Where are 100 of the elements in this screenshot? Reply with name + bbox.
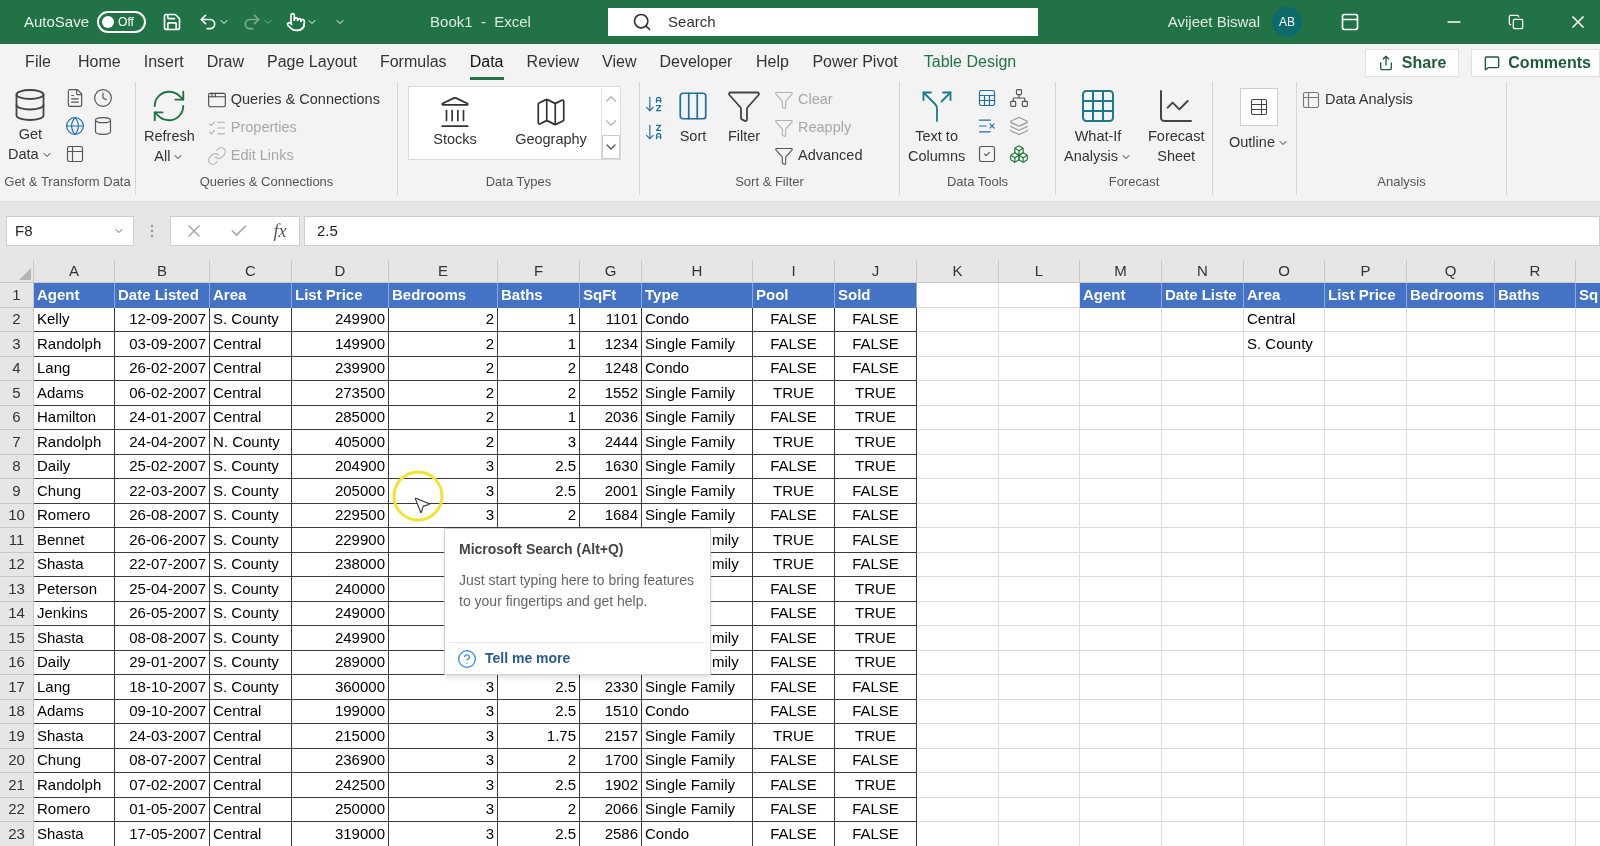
ribbon-button[interactable]: Sort: [672, 86, 714, 146]
row-header[interactable]: 5: [0, 381, 34, 406]
row-header[interactable]: 15: [0, 626, 34, 651]
ribbon-button[interactable]: Text to Columns: [904, 86, 970, 166]
ribbon-button[interactable]: Refresh All: [140, 86, 199, 166]
clock-icon[interactable]: [92, 88, 113, 108]
table-cell: 08-08-2007: [115, 626, 210, 651]
row-header[interactable]: 20: [0, 748, 34, 773]
row-header[interactable]: 7: [0, 430, 34, 455]
ribbon-tab[interactable]: Data: [458, 44, 515, 82]
table-cell: 1552: [580, 381, 642, 406]
data-validation-icon[interactable]: [977, 144, 998, 164]
table-icon[interactable]: [64, 144, 85, 164]
table-header-cell: Agent: [1080, 283, 1162, 308]
row-header[interactable]: 14: [0, 601, 34, 626]
ribbon-button[interactable]: What-If Analysis: [1060, 86, 1136, 166]
globe-icon[interactable]: [64, 116, 85, 136]
sort-descending-icon[interactable]: [644, 122, 664, 142]
table-cell: 2: [498, 797, 580, 822]
ribbon-tab[interactable]: Help: [744, 44, 801, 82]
ribbon-button[interactable]: Filter: [722, 86, 766, 146]
touch-mode-icon[interactable]: [286, 12, 307, 32]
table-cell: 26-02-2007: [115, 356, 210, 381]
ribbon-button[interactable]: Geography: [501, 87, 601, 159]
ribbon-tab[interactable]: View: [591, 44, 648, 82]
ribbon-button[interactable]: Stocks: [409, 87, 501, 159]
row-header[interactable]: 18: [0, 699, 34, 724]
ribbon-button[interactable]: Outline: [1225, 88, 1293, 152]
table-cell: 22-03-2007: [115, 479, 210, 504]
table-cell: 319000: [292, 822, 389, 846]
ribbon-tab[interactable]: File: [10, 44, 66, 82]
user-avatar[interactable]: AB: [1272, 7, 1302, 37]
ribbon-tab[interactable]: Power Pivot: [801, 44, 909, 82]
search-field[interactable]: Search: [608, 8, 1039, 36]
row-header[interactable]: 23: [0, 822, 34, 846]
share-button[interactable]: Share: [1364, 49, 1460, 77]
comment-icon: [1484, 55, 1501, 71]
row-header[interactable]: 21: [0, 773, 34, 798]
table-cell: 1700: [580, 748, 642, 773]
row-header[interactable]: 8: [0, 454, 34, 479]
cylinder-icon[interactable]: [92, 116, 113, 136]
ribbon-tab[interactable]: Page Layout: [256, 44, 368, 82]
row-header[interactable]: 12: [0, 552, 34, 577]
table-cell: 1101: [580, 307, 642, 332]
sort-ascending-icon[interactable]: [644, 94, 664, 114]
table-cell: 3: [389, 797, 498, 822]
ribbon-button[interactable]: Forecast Sheet: [1144, 86, 1209, 166]
formula-input-field[interactable]: 2.5: [304, 216, 1600, 246]
name-box[interactable]: F8: [6, 216, 134, 246]
restore-icon[interactable]: [1508, 14, 1524, 30]
row-header[interactable]: 10: [0, 503, 34, 528]
table-cell: 239900: [292, 356, 389, 381]
table-cell: 289000: [292, 650, 389, 675]
ribbon-tab[interactable]: Draw: [195, 44, 256, 82]
more-handle-icon[interactable]: [150, 224, 154, 238]
bank-icon: [438, 95, 472, 129]
column-header[interactable]: L: [999, 260, 1080, 283]
table-cell: TRUE: [835, 773, 917, 798]
ribbon-button[interactable]: Queries & Connections: [206, 86, 380, 114]
ribbon-tab[interactable]: Insert: [132, 44, 195, 82]
group-label: Sort & Filter: [734, 172, 805, 191]
row-header[interactable]: 11: [0, 528, 34, 553]
data-model-icon[interactable]: [1009, 144, 1030, 164]
ribbon-tab[interactable]: Home: [67, 44, 132, 82]
insert-function-button[interactable]: fx: [273, 217, 287, 245]
row-header[interactable]: 1: [0, 283, 34, 308]
row-header[interactable]: 4: [0, 356, 34, 381]
relationships-icon[interactable]: [1009, 88, 1030, 108]
row-header[interactable]: 19: [0, 724, 34, 749]
table-header-cell: Pool: [753, 283, 835, 308]
row-header[interactable]: 2: [0, 307, 34, 332]
ribbon-tab[interactable]: Table Design: [912, 44, 1028, 82]
table-cell: 2: [389, 430, 498, 455]
ribbon-tab[interactable]: Formulas: [368, 44, 458, 82]
row-header[interactable]: 16: [0, 650, 34, 675]
group-label: Data Types: [484, 172, 553, 191]
ribbon-tab[interactable]: Developer: [648, 44, 744, 82]
table-cell: 242500: [292, 773, 389, 798]
save-icon[interactable]: [162, 12, 183, 32]
row-header[interactable]: 6: [0, 405, 34, 430]
table-cell: TRUE: [753, 552, 835, 577]
table-cell: Peterson: [34, 577, 115, 602]
row-header[interactable]: 17: [0, 675, 34, 700]
table-cell: Single Family: [642, 797, 753, 822]
autosave-toggle[interactable]: Off: [97, 11, 147, 33]
row-header[interactable]: 13: [0, 577, 34, 602]
table-cell: FALSE: [753, 699, 835, 724]
table-cell: TRUE: [835, 626, 917, 651]
comments-button[interactable]: Comments: [1471, 49, 1600, 77]
ribbon-button[interactable]: Get Data: [4, 86, 57, 164]
column-header[interactable]: K: [917, 260, 999, 283]
ribbon-tab[interactable]: Review: [515, 44, 591, 82]
row-header[interactable]: 3: [0, 332, 34, 357]
ribbon-display-icon[interactable]: [1340, 12, 1360, 32]
row-header[interactable]: 22: [0, 797, 34, 822]
row-header[interactable]: 9: [0, 479, 34, 504]
ribbon-button[interactable]: Advanced: [774, 142, 863, 170]
ribbon-button[interactable]: Data Analysis: [1301, 86, 1413, 114]
tell-me-more-link[interactable]: Tell me more: [457, 648, 571, 669]
table-cell: 199000: [292, 699, 389, 724]
